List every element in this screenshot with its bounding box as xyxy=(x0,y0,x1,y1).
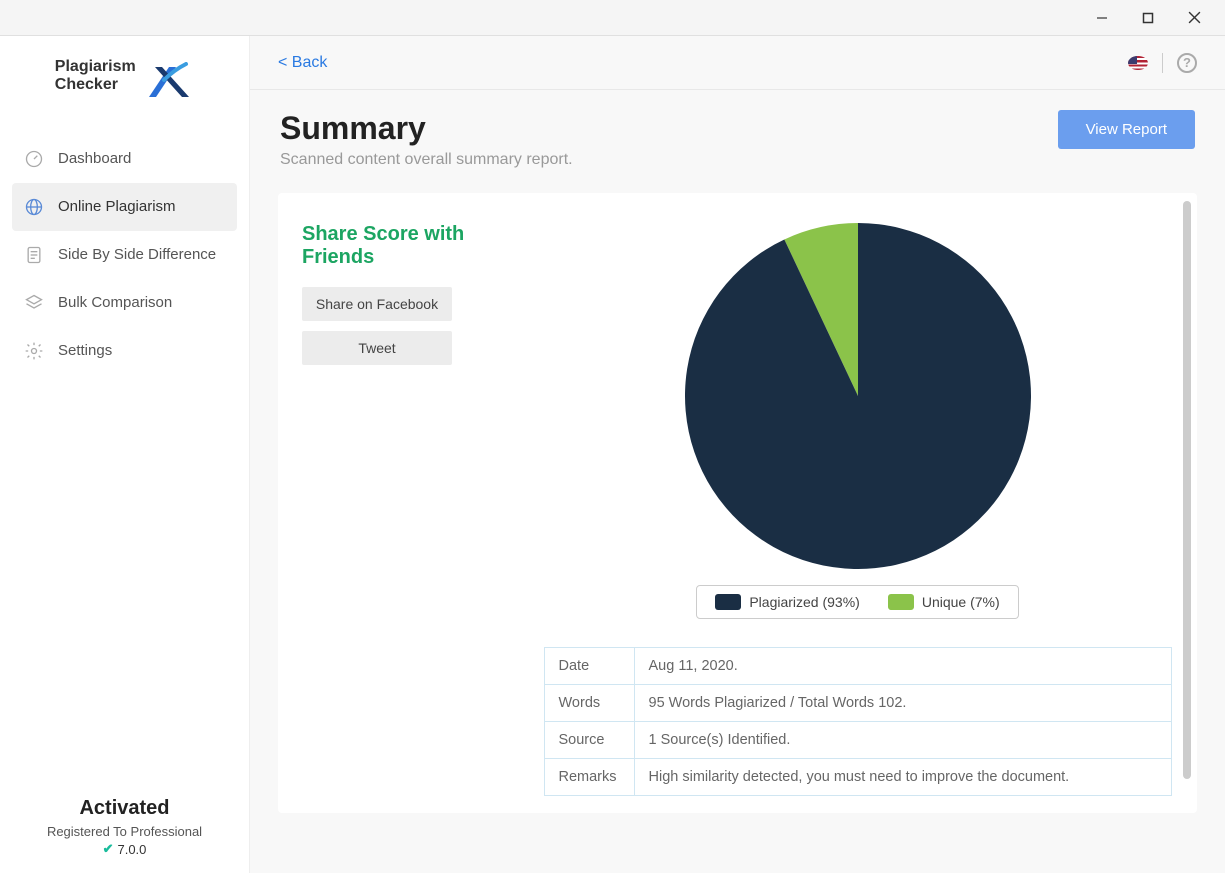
table-row: Source1 Source(s) Identified. xyxy=(544,722,1171,759)
legend-unique: Unique (7%) xyxy=(888,594,1000,610)
plagiarized-swatch xyxy=(715,594,741,610)
sidebar-item-label: Dashboard xyxy=(58,150,131,167)
window-titlebar xyxy=(0,0,1225,36)
minimize-button[interactable] xyxy=(1079,2,1125,34)
chart-section: Plagiarized (93%) Unique (7%) DateAug 11… xyxy=(542,223,1173,796)
document-icon xyxy=(24,245,44,265)
remarks-label: Remarks xyxy=(544,759,634,796)
page-subtitle: Scanned content overall summary report. xyxy=(280,151,573,169)
registered-label: Registered To Professional xyxy=(16,824,233,839)
check-icon: ✔ xyxy=(103,841,114,857)
back-link[interactable]: < Back xyxy=(278,54,327,72)
logo-line1: Plagiarism xyxy=(55,58,136,75)
date-label: Date xyxy=(544,648,634,685)
date-value: Aug 11, 2020. xyxy=(634,648,1171,685)
source-value: 1 Source(s) Identified. xyxy=(634,722,1171,759)
gear-icon xyxy=(24,341,44,361)
topbar-right: ? xyxy=(1128,53,1197,73)
layers-icon xyxy=(24,293,44,313)
tweet-button[interactable]: Tweet xyxy=(302,331,452,365)
close-button[interactable] xyxy=(1171,2,1217,34)
sidebar-nav: Dashboard Online Plagiarism Side By Side… xyxy=(0,131,249,781)
app-logo: PlagiarismChecker xyxy=(0,36,249,131)
maximize-button[interactable] xyxy=(1125,2,1171,34)
view-report-button[interactable]: View Report xyxy=(1058,110,1195,149)
summary-card: Share Score with Friends Share on Facebo… xyxy=(278,193,1197,813)
table-row: Words95 Words Plagiarized / Total Words … xyxy=(544,685,1171,722)
source-label: Source xyxy=(544,722,634,759)
page-header: Summary Scanned content overall summary … xyxy=(250,90,1225,193)
help-icon[interactable]: ? xyxy=(1177,53,1197,73)
page-title: Summary xyxy=(280,110,573,147)
scrollbar[interactable] xyxy=(1183,201,1191,779)
table-row: DateAug 11, 2020. xyxy=(544,648,1171,685)
chart-legend: Plagiarized (93%) Unique (7%) xyxy=(696,585,1018,619)
words-label: Words xyxy=(544,685,634,722)
dashboard-icon xyxy=(24,149,44,169)
sidebar-footer: Activated Registered To Professional ✔7.… xyxy=(0,781,249,873)
logo-line2: Checker xyxy=(55,76,118,93)
details-table: DateAug 11, 2020. Words95 Words Plagiari… xyxy=(544,647,1172,796)
share-facebook-button[interactable]: Share on Facebook xyxy=(302,287,452,321)
legend-plagiarized: Plagiarized (93%) xyxy=(715,594,860,610)
flag-icon[interactable] xyxy=(1128,56,1148,70)
globe-icon xyxy=(24,197,44,217)
sidebar: PlagiarismChecker Dashboard Online Plagi… xyxy=(0,36,250,873)
sidebar-item-label: Side By Side Difference xyxy=(58,246,216,263)
sidebar-item-side-by-side[interactable]: Side By Side Difference xyxy=(12,231,237,279)
main-content: < Back ? Summary Scanned content overall… xyxy=(250,36,1225,873)
sidebar-item-label: Settings xyxy=(58,342,112,359)
sidebar-item-label: Bulk Comparison xyxy=(58,294,172,311)
share-title: Share Score with Friends xyxy=(302,223,522,269)
activated-label: Activated xyxy=(16,797,233,820)
table-row: RemarksHigh similarity detected, you mus… xyxy=(544,759,1171,796)
sidebar-item-online-plagiarism[interactable]: Online Plagiarism xyxy=(12,183,237,231)
sidebar-item-label: Online Plagiarism xyxy=(58,198,176,215)
pie-chart xyxy=(685,223,1031,569)
unique-swatch xyxy=(888,594,914,610)
topbar-divider xyxy=(1162,53,1163,73)
logo-x-icon xyxy=(144,62,194,107)
words-value: 95 Words Plagiarized / Total Words 102. xyxy=(634,685,1171,722)
sidebar-item-settings[interactable]: Settings xyxy=(12,327,237,375)
remarks-value: High similarity detected, you must need … xyxy=(634,759,1171,796)
share-section: Share Score with Friends Share on Facebo… xyxy=(302,223,522,375)
sidebar-item-dashboard[interactable]: Dashboard xyxy=(12,135,237,183)
version-label: ✔7.0.0 xyxy=(16,841,233,857)
topbar: < Back ? xyxy=(250,36,1225,90)
sidebar-item-bulk-comparison[interactable]: Bulk Comparison xyxy=(12,279,237,327)
